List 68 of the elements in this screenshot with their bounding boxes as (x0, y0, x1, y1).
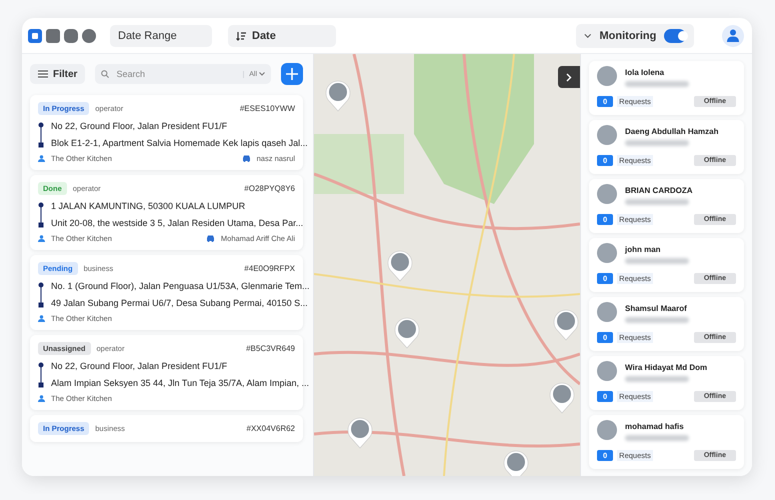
avatar-pin-icon[interactable] (394, 317, 420, 349)
blurred-phone (625, 81, 689, 87)
search-icon (101, 70, 110, 78)
car-icon (206, 235, 215, 242)
avatar-placeholder (597, 243, 617, 263)
dropoff-address: Alam Impian Seksyen 35 44, Jln Tun Teja 35/7A, Alam Impian, ... (51, 378, 309, 388)
driver-name: Iola Iolena (625, 68, 666, 77)
date-sort-button[interactable]: Date (228, 24, 336, 46)
blurred-phone (625, 376, 689, 382)
avatar-pin-icon[interactable] (503, 450, 529, 476)
chevron-down-icon (584, 32, 592, 38)
chevron-down-icon (259, 72, 265, 76)
avatar-placeholder (597, 302, 617, 322)
date-range-field[interactable]: Date Range (110, 24, 212, 46)
driver-name: BRIAN CARDOZA (625, 186, 694, 195)
avatar-placeholder (597, 66, 617, 86)
driver-name: mohamad hafis (625, 422, 685, 431)
dropoff-address: Unit 20-08, the westside 3 5, Jalan Residen Utama, Desa Par... (51, 218, 304, 228)
driver-name: Daeng Abdullah Hamzah (625, 127, 720, 136)
person-icon (38, 315, 45, 322)
blurred-phone (625, 199, 689, 205)
add-button[interactable] (281, 63, 303, 85)
avatar-pin-icon[interactable] (325, 80, 351, 112)
pickup-address: 1 JALAN KAMUNTING, 50300 KUALA LUMPUR (51, 201, 246, 211)
user-icon (727, 29, 739, 42)
monitoring-toggle[interactable] (664, 28, 686, 42)
blurred-phone (625, 140, 689, 146)
person-icon (38, 155, 45, 162)
user-avatar-button[interactable] (722, 24, 744, 46)
avatar-pin-icon[interactable] (553, 309, 579, 341)
blurred-phone (625, 317, 689, 323)
driver-name: Wira Hidayat Md Dom (625, 363, 708, 372)
avatar-pin-icon[interactable] (549, 382, 575, 414)
person-icon (38, 235, 45, 242)
sliders-icon (38, 70, 48, 78)
blurred-phone (625, 435, 689, 441)
avatar-placeholder (597, 125, 617, 145)
order-id: #XX04V6R62 (246, 424, 295, 433)
order-id: #ESES10YWW (240, 104, 295, 113)
avatar-pin-icon[interactable] (387, 250, 413, 282)
route-line-icon (38, 282, 44, 308)
driver-name: john man (625, 245, 662, 254)
order-id: #B5C3VR649 (246, 344, 295, 353)
order-id: #O28PYQ8Y6 (244, 184, 295, 193)
driver-name: Shamsul Maarof (625, 304, 688, 313)
order-id: #4E0O9RFPX (244, 264, 295, 273)
plus-icon (286, 68, 298, 80)
route-line-icon (38, 122, 44, 148)
sort-icon (236, 30, 246, 40)
route-line-icon (38, 202, 44, 228)
pickup-address: No. 1 (Ground Floor), Jalan Penguasa U1/53A, Glenmarie Tem... (51, 281, 310, 291)
monitoring-control[interactable]: Monitoring (576, 24, 694, 48)
avatar-placeholder (597, 420, 617, 440)
collapse-panel-button[interactable] (558, 66, 580, 88)
dropoff-address: 49 Jalan Subang Permai U6/7, Desa Subang Permai, 40150 S... (51, 298, 309, 308)
person-icon (38, 395, 45, 402)
filter-button[interactable]: Filter (30, 64, 86, 84)
avatar-placeholder (597, 361, 617, 381)
blurred-phone (625, 258, 689, 264)
monitoring-label: Monitoring (600, 30, 656, 42)
chevron-right-icon (566, 72, 572, 82)
pickup-address: No 22, Ground Floor, Jalan President FU1/F (51, 121, 228, 131)
car-icon (242, 155, 251, 162)
route-line-icon (38, 362, 44, 388)
avatar-placeholder (597, 184, 617, 204)
avatar-pin-icon[interactable] (347, 417, 373, 449)
pickup-address: No 22, Ground Floor, Jalan President FU1/F (51, 361, 228, 371)
sort-label: Date (252, 30, 276, 42)
